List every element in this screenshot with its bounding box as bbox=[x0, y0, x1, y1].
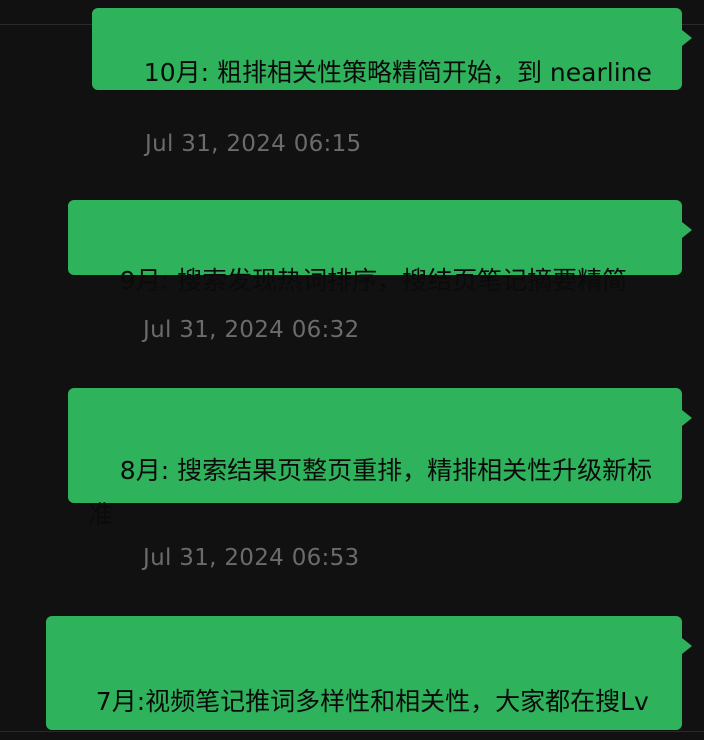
message-text: 9月: 搜索发现热词排序，搜结页笔记摘要精简 bbox=[119, 266, 628, 295]
message-text: 10月: 粗排相关性策略精简开始，到 nearline bbox=[143, 58, 652, 87]
message-timestamp: Jul 31, 2024 06:32 bbox=[143, 317, 360, 343]
message-bubble-2[interactable]: 9月: 搜索发现热词排序，搜结页笔记摘要精简 bbox=[68, 200, 692, 295]
message-bubble-3[interactable]: 8月: 搜索结果页整页重排，精排相关性升级新标准 bbox=[68, 388, 692, 529]
message-bubble-1[interactable]: 10月: 粗排相关性策略精简开始，到 nearline bbox=[92, 8, 692, 90]
message-timestamp: Jul 31, 2024 06:15 bbox=[145, 131, 362, 157]
message-bubble-4[interactable]: 7月:视频笔记推词多样性和相关性，大家都在搜Lve bbox=[46, 616, 692, 740]
chat-history-panel: 10月: 粗排相关性策略精简开始，到 nearline Jul 31, 2024… bbox=[0, 0, 704, 740]
message-text: 8月: 搜索结果页整页重排，精排相关性升级新标准 bbox=[88, 456, 653, 529]
message-timestamp: Jul 31, 2024 06:53 bbox=[143, 545, 360, 571]
message-text: 7月:视频笔记推词多样性和相关性，大家都在搜Lve bbox=[64, 687, 649, 740]
bottom-divider bbox=[0, 731, 704, 732]
